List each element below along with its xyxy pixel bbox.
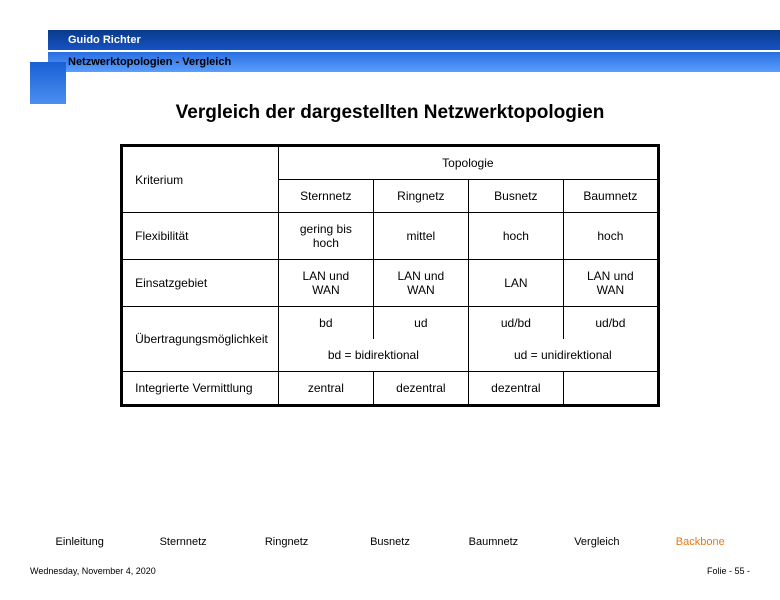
page-title: Vergleich der dargestellten Netzwerktopo… [0,102,780,124]
cell: hoch [468,213,563,260]
cell: ud/bd [468,307,563,340]
nav-item-active[interactable]: Backbone [649,536,752,548]
col-sternnetz: Sternnetz [278,180,373,213]
criterion-header: Kriterium [122,146,279,213]
comparison-table: Kriterium Topologie Sternnetz Ringnetz B… [120,144,660,407]
footer-page: Folie - 55 - [707,566,750,576]
breadcrumb: Netzwerktopologien - Vergleich [68,56,231,68]
topology-header: Topologie [278,146,658,180]
cell: dezentral [468,372,563,406]
nav-item[interactable]: Vergleich [545,536,648,548]
cell: mittel [373,213,468,260]
cell: ud [373,307,468,340]
cell: ud/bd [563,307,658,340]
row-label: Übertragungsmöglichkeit [122,307,279,372]
col-ringnetz: Ringnetz [373,180,468,213]
header-accent-box [30,62,66,104]
breadcrumb-bar: Netzwerktopologien - Vergleich [48,52,780,72]
cell: bd [278,307,373,340]
cell: dezentral [373,372,468,406]
col-baumnetz: Baumnetz [563,180,658,213]
nav-item[interactable]: Ringnetz [235,536,338,548]
bottom-nav: Einleitung Sternnetz Ringnetz Busnetz Ba… [0,536,780,548]
footer-date: Wednesday, November 4, 2020 [30,566,156,576]
row-label: Einsatzgebiet [122,260,279,307]
cell: LAN und WAN [373,260,468,307]
cell empty-cell [563,372,658,406]
row-label: Flexibilität [122,213,279,260]
author: Guido Richter [68,34,141,46]
cell: LAN und WAN [278,260,373,307]
legend-ud: ud = unidirektional [468,339,658,372]
legend-bd: bd = bidirektional [278,339,468,372]
cell: hoch [563,213,658,260]
table-row: Integrierte Vermittlung zentral dezentra… [122,372,659,406]
nav-item[interactable]: Baumnetz [442,536,545,548]
cell: LAN [468,260,563,307]
table-row: Einsatzgebiet LAN und WAN LAN und WAN LA… [122,260,659,307]
nav-item[interactable]: Busnetz [338,536,441,548]
table-row: Übertragungsmöglichkeit bd ud ud/bd ud/b… [122,307,659,340]
cell: zentral [278,372,373,406]
table-row: Flexibilität gering bis hoch mittel hoch… [122,213,659,260]
row-label: Integrierte Vermittlung [122,372,279,406]
cell: LAN und WAN [563,260,658,307]
nav-item[interactable]: Sternnetz [131,536,234,548]
author-bar: Guido Richter [48,30,780,50]
cell: gering bis hoch [278,213,373,260]
nav-item[interactable]: Einleitung [28,536,131,548]
col-busnetz: Busnetz [468,180,563,213]
